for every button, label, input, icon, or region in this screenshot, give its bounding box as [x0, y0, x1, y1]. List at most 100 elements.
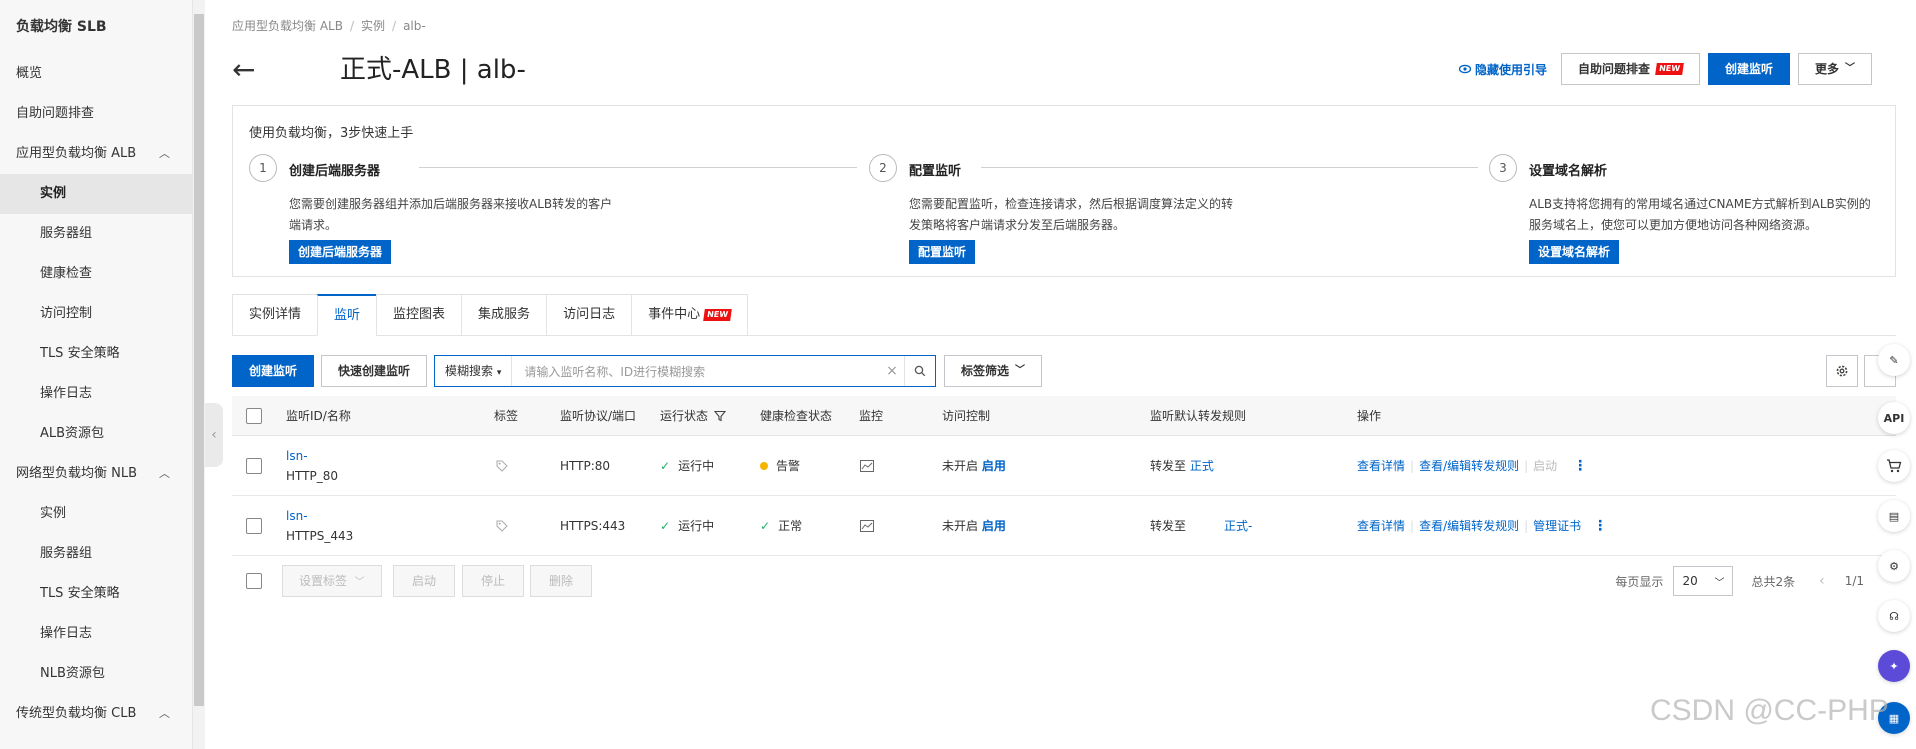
api-icon[interactable]: API [1878, 402, 1910, 434]
tab-integrated-services[interactable]: 集成服务 [461, 294, 547, 336]
filter-icon[interactable] [714, 410, 727, 422]
setup-dns-button[interactable]: 设置域名解析 [1529, 240, 1620, 264]
sidebar-item-nlb-logs[interactable]: 操作日志 [0, 614, 192, 654]
tab-monitoring-charts[interactable]: 监控图表 [376, 294, 462, 336]
sidebar-item-nlb-packages[interactable]: NLB资源包 [0, 654, 192, 694]
sidebar-item-alb-health-check[interactable]: 健康检查 [0, 254, 192, 294]
sidebar-item-alb-packages[interactable]: ALB资源包 [0, 414, 192, 454]
sidebar-item-alb-tls[interactable]: TLS 安全策略 [0, 334, 192, 374]
more-actions-icon[interactable]: ⋮ [1593, 518, 1607, 534]
step-number: 1 [249, 154, 277, 182]
listener-id-link[interactable]: lsn- [286, 506, 308, 526]
sidebar-item-alb-logs[interactable]: 操作日志 [0, 374, 192, 414]
row-checkbox[interactable] [246, 496, 262, 555]
sidebar-group-alb[interactable]: 应用型负载均衡 ALB ︿ [0, 134, 192, 174]
monitor-chart-icon[interactable] [860, 496, 874, 555]
customer-service-icon[interactable]: ☊ [1878, 600, 1910, 632]
edit-forward-rules-link[interactable]: 查看/编辑转发规则 [1419, 457, 1519, 474]
sidebar-collapse-handle[interactable]: ‹ [205, 403, 223, 467]
document-icon[interactable]: ▤ [1878, 500, 1910, 532]
edit-icon[interactable]: ✎ [1878, 344, 1910, 376]
sidebar-item-nlb-instances[interactable]: 实例 [0, 494, 192, 534]
tab-listeners[interactable]: 监听 [317, 294, 377, 336]
more-actions-icon[interactable]: ⋮ [1573, 458, 1587, 474]
listener-id-cell: lsn- HTTPS_443 [286, 496, 353, 555]
hide-guide-link[interactable]: 隐藏使用引导 [1458, 61, 1547, 78]
breadcrumb-item-instances[interactable]: 实例 [361, 19, 385, 33]
checkbox[interactable] [246, 517, 262, 534]
sidebar-item-alb-acl[interactable]: 访问控制 [0, 294, 192, 334]
enable-acl-link[interactable]: 启用 [982, 517, 1006, 534]
tag-icon[interactable] [496, 496, 508, 555]
breadcrumb-item-current: alb- [403, 19, 426, 33]
settings-gear-icon[interactable]: ⚙ [1878, 550, 1910, 582]
scrollbar-thumb[interactable] [194, 14, 204, 706]
listener-search: 模糊搜索 ▾ 请输入监听名称、ID进行模糊搜索 × [434, 355, 936, 387]
tag-filter-label: 标签筛选 [961, 364, 1010, 378]
forward-rule-cell: 转发至 正式- [1150, 496, 1252, 555]
prev-page-icon[interactable]: ‹ [1819, 573, 1825, 589]
gear-icon [1836, 365, 1848, 377]
per-page-value: 20 [1682, 574, 1698, 588]
sidebar-item-nlb-tls[interactable]: TLS 安全策略 [0, 574, 192, 614]
sidebar-item-alb-instances[interactable]: 实例 [0, 174, 192, 214]
listener-name: HTTPS_443 [286, 528, 354, 543]
per-page-select[interactable]: 20 ﹀ [1673, 566, 1734, 596]
main-content: 应用型负载均衡 ALB / 实例 / alb- ← 正式-ALB | alb- 隐藏使用… [232, 0, 1896, 749]
monitor-chart-icon[interactable] [860, 436, 874, 495]
col-run-status[interactable]: 运行状态 [660, 396, 727, 435]
start-link-disabled: 启动 [1533, 459, 1558, 473]
chevron-left-icon: ‹ [211, 427, 217, 443]
col-access-control: 访问控制 [942, 409, 991, 423]
view-details-link[interactable]: 查看详情 [1357, 457, 1405, 474]
cart-icon[interactable] [1878, 450, 1910, 482]
access-control-cell: 未开启 启用 [942, 496, 1006, 555]
listener-id-link[interactable]: lsn- [286, 446, 308, 466]
search-input[interactable]: 请输入监听名称、ID进行模糊搜索 [512, 363, 880, 380]
enable-acl-link[interactable]: 启用 [982, 457, 1006, 474]
footer-select-all[interactable] [246, 573, 262, 589]
select-all-checkbox[interactable] [246, 396, 262, 435]
breadcrumb-separator: / [349, 19, 354, 33]
search-button[interactable] [904, 356, 935, 386]
create-backend-server-button[interactable]: 创建后端服务器 [289, 240, 392, 264]
sidebar-scrollbar[interactable] [193, 0, 205, 749]
clear-icon[interactable]: × [880, 363, 904, 379]
sidebar-item-nlb-server-groups[interactable]: 服务器组 [0, 534, 192, 574]
tab-access-logs[interactable]: 访问日志 [546, 294, 632, 336]
sidebar-item-troubleshoot[interactable]: 自助问题排查 [0, 94, 192, 134]
ai-assistant-icon[interactable]: ✦ [1878, 650, 1910, 682]
sidebar-item-overview[interactable]: 概览 [0, 54, 192, 94]
guide-heading: 使用负载均衡，3步快速上手 [249, 126, 414, 141]
edit-forward-rules-link[interactable]: 查看/编辑转发规则 [1419, 517, 1519, 534]
sidebar-group-clb[interactable]: 传统型负载均衡 CLB ︿ [0, 694, 192, 734]
configure-listener-button[interactable]: 配置监听 [909, 240, 976, 264]
troubleshoot-button[interactable]: 自助问题排查 NEW [1560, 53, 1700, 85]
acl-status: 未开启 [942, 519, 979, 533]
sidebar-group-nlb[interactable]: 网络型负载均衡 NLB ︿ [0, 454, 192, 494]
sidebar-item-alb-server-groups[interactable]: 服务器组 [0, 214, 192, 254]
manage-certificates-link[interactable]: 管理证书 [1533, 517, 1581, 534]
tag-icon[interactable] [496, 436, 508, 495]
tag-filter-button[interactable]: 标签筛选 ﹀ [944, 355, 1043, 387]
quick-create-listener-button[interactable]: 快速创建监听 [321, 355, 428, 387]
breadcrumb-item-alb[interactable]: 应用型负载均衡 ALB [232, 19, 343, 33]
checkbox[interactable] [246, 457, 262, 474]
search-mode-select[interactable]: 模糊搜索 ▾ [435, 356, 513, 386]
create-listener-header-button[interactable]: 创建监听 [1707, 53, 1790, 85]
chevron-down-icon: ﹀ [1845, 63, 1855, 74]
table-settings-button[interactable] [1826, 355, 1858, 387]
back-arrow-icon[interactable]: ← [232, 52, 255, 88]
more-dropdown-button[interactable]: 更多 ﹀ [1797, 53, 1872, 85]
create-listener-button[interactable]: 创建监听 [232, 355, 315, 387]
checkbox[interactable] [246, 573, 262, 589]
row-checkbox[interactable] [246, 436, 262, 495]
col-actions: 操作 [1357, 409, 1382, 423]
acl-status: 未开启 [942, 459, 979, 473]
tab-instance-details[interactable]: 实例详情 [232, 294, 318, 336]
forward-target-link[interactable]: 正式- [1224, 517, 1252, 534]
checkbox[interactable] [246, 407, 262, 424]
forward-target-link[interactable]: 正式 [1190, 457, 1214, 474]
tab-event-center[interactable]: 事件中心 NEW [631, 294, 749, 336]
view-details-link[interactable]: 查看详情 [1357, 517, 1405, 534]
